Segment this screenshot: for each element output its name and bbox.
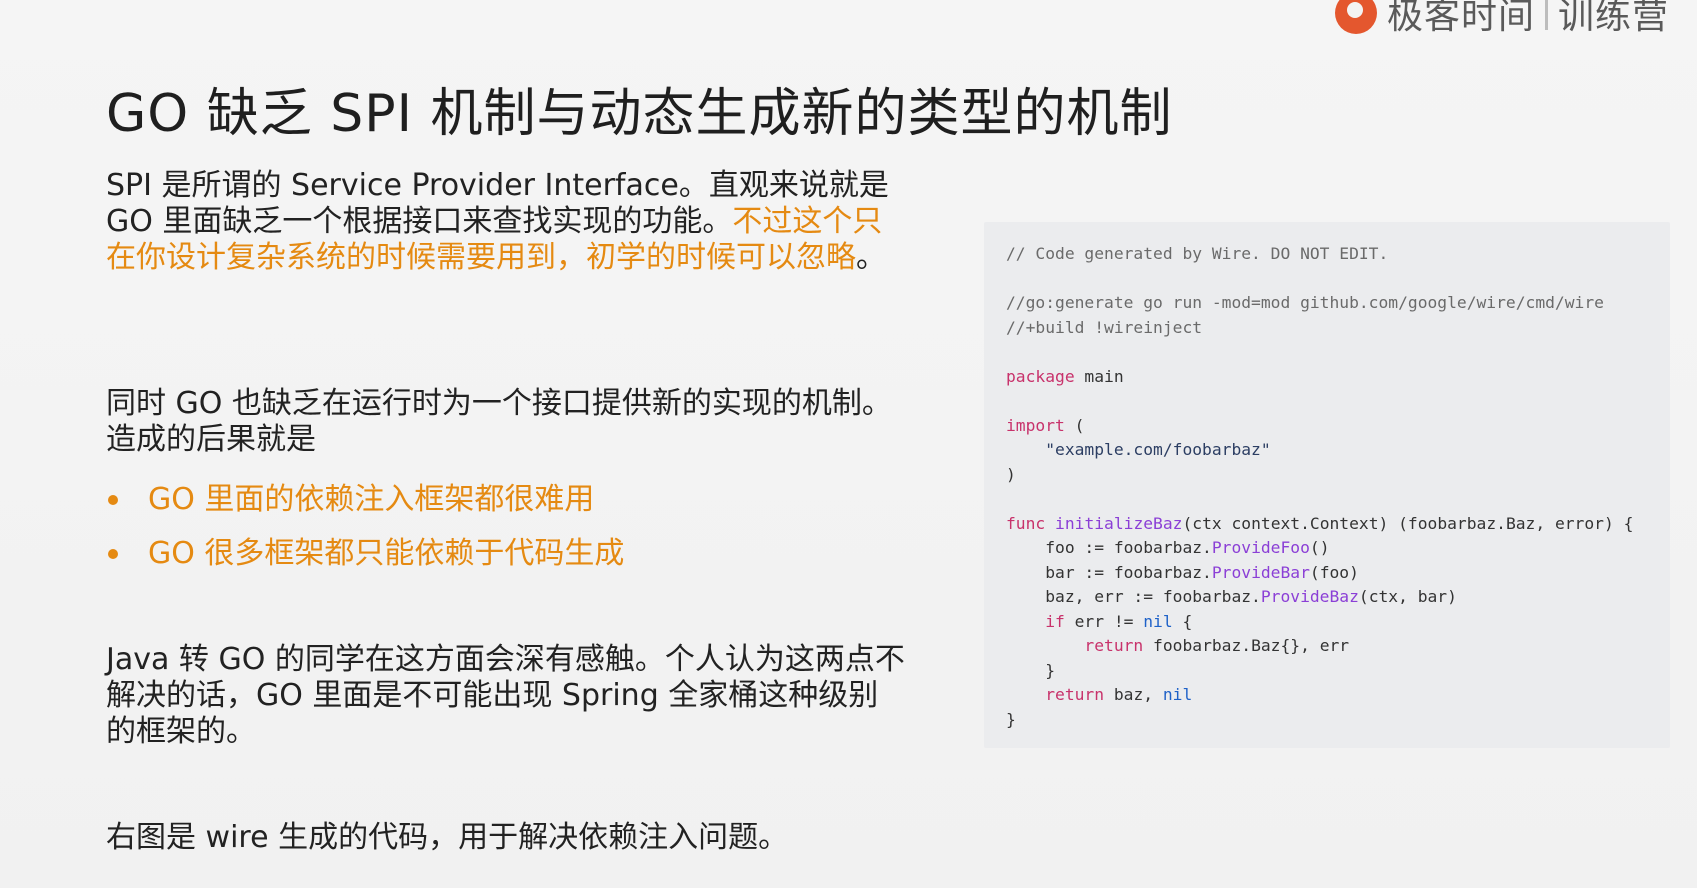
brand-name: 极客时间 (1386, 0, 1535, 37)
code-line: return foobarbaz.Baz{}, err (1006, 634, 1648, 659)
code-function: ProvideBaz (1260, 587, 1359, 606)
list-item-text: GO 很多框架都只能依赖于代码生成 (148, 536, 625, 571)
code-text: bar := foobarbaz. (1006, 562, 1212, 582)
code-text: { (1172, 611, 1193, 631)
code-text: () (1309, 538, 1330, 557)
paragraph-runtime: 同时 GO 也缺乏在运行时为一个接口提供新的实现的机制。造成的后果就是 (106, 386, 892, 457)
code-line: } (1006, 660, 1056, 680)
code-line: //go:generate go run -mod=mod github.com… (1006, 293, 1604, 312)
brand-divider (1544, 0, 1548, 30)
geektime-logo-icon (1334, 0, 1377, 34)
code-block: // Code generated by Wire. DO NOT EDIT. … (984, 222, 1670, 748)
list-item: GO 很多框架都只能依赖于代码生成 (106, 527, 906, 581)
code-text: (ctx context.Context) (foobarbaz.Baz, er… (1182, 513, 1634, 533)
code-line: func initializeBaz(ctx context.Context) … (1006, 512, 1648, 537)
list-item: GO 里面的依赖注入框架都很难用 (106, 473, 906, 527)
code-line: return baz, nil (1006, 683, 1648, 708)
code-nil: nil (1143, 611, 1173, 631)
code-function: initializeBaz (1055, 513, 1183, 533)
code-keyword: if (1045, 611, 1065, 631)
code-keyword: package (1006, 366, 1075, 386)
code-line: foo := foobarbaz.ProvideFoo() (1006, 536, 1648, 561)
code-keyword: import (1006, 415, 1065, 435)
brand-sub: 训练营 (1557, 0, 1669, 37)
code-line: import ( (1006, 414, 1648, 439)
code-line: //+build !wireinject (1006, 317, 1203, 337)
code-text: ( (1064, 415, 1085, 435)
paragraph-spi: SPI 是所谓的 Service Provider Interface。直观来说… (106, 168, 906, 276)
code-function: ProvideFoo (1211, 538, 1310, 557)
code-line: bar := foobarbaz.ProvideBar(foo) (1006, 561, 1648, 586)
slide-title: GO 缺乏 SPI 机制与动态生成新的类型的机制 (106, 83, 1173, 144)
code-line: baz, err := foobarbaz.ProvideBaz(ctx, ba… (1006, 585, 1648, 610)
bullet-dot-icon (108, 495, 118, 505)
code-line: ) (1006, 464, 1016, 484)
code-text: foobarbaz.Baz{}, err (1143, 636, 1350, 655)
code-text: err != (1064, 611, 1144, 631)
code-text: baz, (1104, 685, 1163, 704)
code-line: "example.com/foobarbaz" (1006, 440, 1271, 459)
slide: 极客时间 训练营 GO 缺乏 SPI 机制与动态生成新的类型的机制 SPI 是所… (0, 0, 1697, 888)
brand-header: 极客时间 训练营 (1334, 0, 1669, 37)
consequence-list: GO 里面的依赖注入框架都很难用 GO 很多框架都只能依赖于代码生成 (106, 473, 906, 581)
code-text: (foo) (1309, 562, 1359, 582)
code-text: main (1074, 366, 1124, 386)
paragraph-java: Java 转 GO 的同学在这方面会深有感触。个人认为这两点不解决的话，GO 里… (106, 642, 905, 749)
code-line: if err != nil { (1006, 610, 1648, 635)
code-line: } (1006, 709, 1016, 729)
code-nil: nil (1162, 685, 1193, 704)
code-keyword: return (1045, 685, 1105, 704)
paragraph-spi-end: 。 (856, 240, 886, 275)
code-line: package main (1006, 365, 1648, 390)
code-text: (ctx, bar) (1358, 587, 1457, 606)
code-keyword: return (1084, 636, 1144, 655)
code-line: // Code generated by Wire. DO NOT EDIT. (1006, 244, 1389, 263)
list-item-text: GO 里面的依赖注入框架都很难用 (148, 482, 595, 517)
code-keyword: func (1006, 513, 1046, 533)
code-text: foo := foobarbaz. (1006, 538, 1212, 557)
code-function: ProvideBar (1211, 562, 1310, 582)
bullet-dot-icon (108, 549, 118, 559)
paragraph-wire: 右图是 wire 生成的代码，用于解决依赖注入问题。 (106, 820, 789, 855)
code-text: baz, err := foobarbaz. (1006, 587, 1261, 606)
